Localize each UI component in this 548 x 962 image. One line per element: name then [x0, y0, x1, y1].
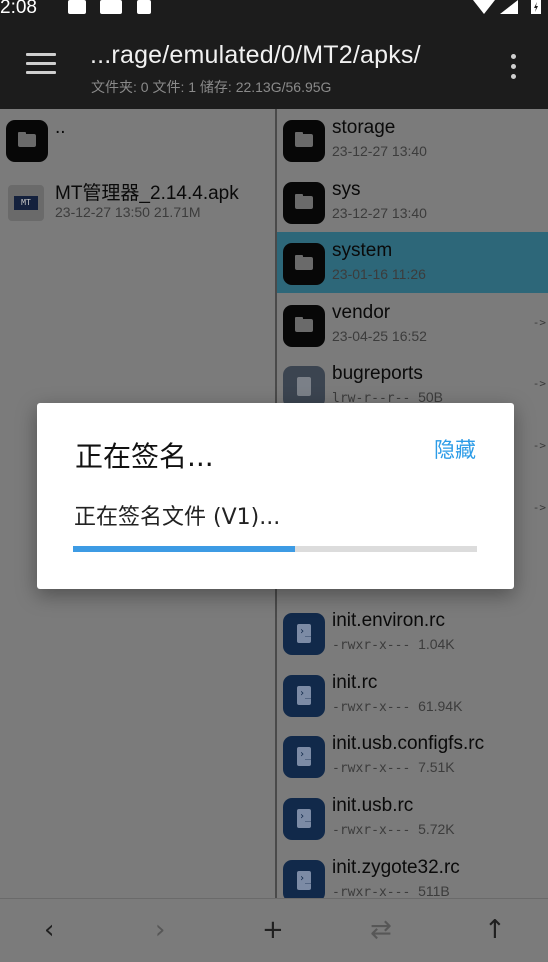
progress-bar [73, 546, 477, 552]
list-item[interactable]: init.zygote32.rc -rwxr-x--- 511B [277, 849, 548, 898]
file-meta: -rwxr-x--- 7.51K [332, 759, 455, 776]
list-item[interactable]: init.usb.rc -rwxr-x--- 5.72K [277, 787, 548, 848]
file-size: 1.04K [418, 636, 455, 652]
list-item[interactable]: init.usb.configfs.rc -rwxr-x--- 7.51K [277, 725, 548, 786]
file-name: init.usb.configfs.rc [332, 733, 485, 754]
up-directory-button[interactable]: ↑ [484, 915, 506, 945]
file-name: MT管理器_2.14.4.apk [55, 183, 239, 204]
folder-icon [283, 182, 325, 224]
file-meta: 23-12-27 13:40 [332, 205, 427, 221]
swap-panes-button[interactable]: ⇄ [370, 915, 392, 945]
file-meta: 23-12-27 13:40 [332, 143, 427, 159]
folder-summary: 文件夹: 0 文件: 1 储存: 22.13G/56.95G [91, 79, 332, 95]
script-icon [283, 675, 325, 717]
list-item-parent[interactable]: .. [0, 109, 275, 170]
file-name: init.environ.rc [332, 610, 445, 631]
script-icon [283, 736, 325, 778]
file-size: 7.51K [418, 759, 455, 775]
back-button[interactable]: ‹ [44, 915, 54, 945]
list-item[interactable]: init.rc -rwxr-x--- 61.94K [277, 664, 548, 725]
script-icon [283, 860, 325, 898]
a-text-icon [137, 0, 151, 14]
list-item-selected[interactable]: system 23-01-16 11:26 [277, 232, 548, 293]
file-name: sys [332, 179, 361, 200]
app-bar: ...rage/emulated/0/MT2/apks/ 文件夹: 0 文件: … [0, 20, 548, 109]
progress-fill [73, 546, 296, 552]
status-time: 2:08 [0, 0, 37, 18]
file-name: init.usb.rc [332, 795, 414, 816]
file-size: 5.72K [418, 821, 455, 837]
symlink-arrow: -> [532, 439, 546, 452]
folder-icon [283, 305, 325, 347]
current-path[interactable]: ...rage/emulated/0/MT2/apks/ [90, 41, 421, 70]
status-bar: 2:08 [0, 0, 548, 20]
image-icon [68, 0, 86, 14]
file-name: vendor [332, 302, 391, 323]
menu-icon[interactable] [26, 53, 56, 75]
file-meta: -rwxr-x--- 5.72K [332, 821, 455, 838]
forward-button[interactable]: › [155, 915, 165, 945]
list-item-apk[interactable]: MT MT管理器_2.14.4.apk 23-12-27 13:50 21.71… [0, 170, 275, 231]
wifi-icon [473, 0, 495, 14]
more-options-icon[interactable] [511, 54, 517, 80]
list-item[interactable]: vendor 23-04-25 16:52 -> [277, 294, 548, 355]
file-size: 61.94K [418, 698, 463, 714]
file-meta: -rwxr-x--- 511B [332, 883, 450, 898]
symlink-arrow: -> [532, 316, 546, 329]
mt-app-icon [100, 0, 122, 14]
file-meta: 23-04-25 16:52 [332, 328, 427, 344]
apk-icon: MT [8, 185, 44, 221]
file-name: init.zygote32.rc [332, 857, 460, 878]
dialog-message: 正在签名文件 (V1)... [74, 505, 281, 530]
list-item[interactable]: sys 23-12-27 13:40 [277, 171, 548, 232]
file-icon [283, 366, 325, 408]
file-name: bugreports [332, 363, 423, 384]
dialog-title: 正在签名... [75, 440, 214, 473]
symlink-arrow: -> [532, 501, 546, 514]
file-name: .. [55, 117, 66, 138]
file-permissions: -rwxr-x--- [332, 823, 411, 838]
hide-button[interactable]: 隐藏 [434, 434, 476, 464]
file-size: 511B [418, 883, 450, 898]
file-permissions: -rwxr-x--- [332, 638, 411, 653]
list-item[interactable]: init.environ.rc -rwxr-x--- 1.04K [277, 602, 548, 663]
file-name: system [332, 240, 393, 261]
list-item[interactable]: storage 23-12-27 13:40 [277, 109, 548, 170]
file-permissions: -rwxr-x--- [332, 700, 411, 715]
signal-icon [500, 0, 518, 14]
file-name: init.rc [332, 672, 378, 693]
file-meta: -rwxr-x--- 1.04K [332, 636, 455, 653]
folder-icon [6, 120, 48, 162]
folder-icon [283, 120, 325, 162]
file-meta: 23-01-16 11:26 [332, 266, 426, 282]
file-meta: -rwxr-x--- 61.94K [332, 698, 462, 715]
file-name: storage [332, 117, 396, 138]
add-button[interactable]: + [262, 915, 284, 945]
script-icon [283, 613, 325, 655]
folder-icon [283, 243, 325, 285]
file-permissions: -rwxr-x--- [332, 885, 411, 898]
signing-dialog: 正在签名... 隐藏 正在签名文件 (V1)... [37, 403, 514, 589]
file-meta: 23-12-27 13:50 21.71M [55, 204, 201, 220]
battery-icon [531, 0, 541, 14]
symlink-arrow: -> [532, 377, 546, 390]
bottom-toolbar: ‹ › + ⇄ ↑ [0, 898, 548, 962]
script-icon [283, 798, 325, 840]
file-permissions: -rwxr-x--- [332, 761, 411, 776]
